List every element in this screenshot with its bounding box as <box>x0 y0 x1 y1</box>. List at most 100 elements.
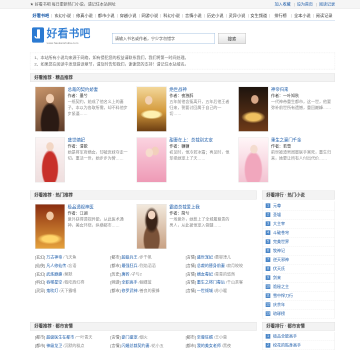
rank-title[interactable]: 圣墟 <box>273 212 281 217</box>
nav-item-supernatural[interactable]: 灵异小说 <box>226 11 248 20</box>
list-title[interactable]: 万古神帝 <box>46 255 62 260</box>
rank-title[interactable]: 校花的贴身高手 <box>273 343 301 348</box>
rank-number: 11 <box>265 293 271 298</box>
list-category[interactable]: [网游] <box>110 280 120 285</box>
nav-item-history[interactable]: 历史小说 <box>204 11 226 20</box>
rank-item: 4 斗破苍穹 <box>262 228 335 238</box>
list-author: /慕容湮儿 <box>213 254 232 260</box>
list-category[interactable]: [言情] <box>110 335 120 340</box>
nav-item-completed[interactable]: 全本小说 <box>291 11 313 20</box>
list-title[interactable]: 最强狂兵 <box>122 263 138 268</box>
list-author: /王小蛮 <box>213 334 228 340</box>
list-title[interactable]: 一世倾城 <box>197 288 213 293</box>
list-title[interactable]: 总裁的替身前妻 <box>197 263 225 268</box>
list-title[interactable]: 吞噬星空 <box>46 280 62 285</box>
list-category[interactable]: [都市] <box>35 343 45 348</box>
list-category[interactable]: [言情] <box>186 280 196 285</box>
nav-item-home[interactable]: 好看书吧 <box>30 11 52 20</box>
book-description: 一纸契约，她成了他名义上的妻子。本以为各取所需，却不料他步步紧逼…… <box>67 99 128 116</box>
list-category[interactable]: [言情] <box>186 272 196 277</box>
rank-title[interactable]: 逆天邪神 <box>273 257 289 262</box>
nav-item-urban[interactable]: 都市小说 <box>95 11 117 20</box>
list-category[interactable]: [科幻] <box>35 280 45 285</box>
list-category[interactable]: [言情] <box>186 255 196 260</box>
rank-title[interactable]: 完美世界 <box>273 239 289 244</box>
rank-title[interactable]: 斗破苍穹 <box>273 230 289 235</box>
list-category[interactable]: [仙侠] <box>35 263 45 268</box>
rank-title[interactable]: 庆余年 <box>273 302 285 307</box>
list-author: /沉默的糕点 <box>63 343 85 348</box>
list-title[interactable]: 重生之将门毒后 <box>197 280 225 285</box>
book-cover[interactable] <box>34 137 65 183</box>
list-category[interactable]: [都市] <box>110 288 120 293</box>
list-title[interactable]: 鬼吹灯 <box>46 288 58 293</box>
list-author: /苏小暖 <box>213 288 228 293</box>
rank-title[interactable]: 剑来 <box>273 275 281 280</box>
list-title[interactable]: 超级医生在都市 <box>46 335 74 340</box>
nav-item-online-game[interactable]: 网游小说 <box>138 11 161 20</box>
site-logo[interactable]: 好看书吧 www.haokanshuba.com <box>31 27 105 48</box>
list-category[interactable]: [都市] <box>186 343 196 348</box>
book-cover[interactable] <box>34 203 65 249</box>
list-title[interactable]: 唐砖 <box>122 272 130 277</box>
nav-item-scifi[interactable]: 科幻小说 <box>160 11 183 20</box>
book-cover[interactable] <box>34 86 65 132</box>
nav-item-time-travel[interactable]: 穿越小说 <box>117 11 139 20</box>
list-category[interactable]: [言情] <box>186 263 196 268</box>
list-category[interactable]: [都市] <box>186 335 196 340</box>
list-title[interactable]: 武炼巅峰 <box>46 272 62 277</box>
book-cover[interactable] <box>136 137 167 183</box>
book-cover[interactable] <box>136 203 167 249</box>
nav-item-female[interactable]: 女生频道 <box>247 11 270 20</box>
rank-title[interactable]: 琅琊榜 <box>273 311 285 316</box>
add-favorite-link[interactable]: 加入收藏 <box>275 2 291 7</box>
list-author: /花小五 <box>150 343 164 348</box>
book-cover[interactable] <box>238 86 269 132</box>
nav-item-romance[interactable]: 言情小说 <box>182 11 205 20</box>
book-cover[interactable] <box>136 86 167 132</box>
list-category[interactable]: [灵异] <box>35 288 45 293</box>
list-title[interactable]: 至尊狂婿 <box>197 335 213 340</box>
list-title[interactable]: 嫡女毒妃 <box>197 272 213 277</box>
list-category[interactable]: [言情] <box>110 343 120 348</box>
list-item: [言情]盛世宠妃/慕容湮儿 <box>181 253 256 261</box>
list-category[interactable]: [都市] <box>110 255 120 260</box>
rank-number: 4 <box>265 230 271 235</box>
nav-item-fantasy[interactable]: 玄幻小说 <box>51 11 74 20</box>
list-category[interactable]: [都市] <box>35 335 45 340</box>
reading-history-link[interactable]: 阅读记录 <box>314 2 335 7</box>
rank-title[interactable]: 雪中悍刀行 <box>273 293 293 298</box>
book-cover[interactable] <box>238 137 269 183</box>
list-title[interactable]: 超级兵王 <box>122 255 138 260</box>
list-title[interactable]: 闪婚总裁契约妻 <box>122 343 150 348</box>
nav-item-reading-history[interactable]: 阅读记录 <box>313 11 335 20</box>
nav-item-rankings[interactable]: 排行榜 <box>269 11 292 20</box>
list-title[interactable]: 盛世宠妃 <box>197 255 213 260</box>
list-title[interactable]: 修罗武神 <box>122 288 138 293</box>
list-title[interactable]: 全职高手 <box>122 280 138 285</box>
search-button[interactable]: 搜索 <box>217 32 246 44</box>
search-input[interactable] <box>111 32 215 44</box>
nav-item-xianxia[interactable]: 修真小说 <box>73 11 96 20</box>
list-category[interactable]: [言情] <box>186 288 196 293</box>
rank-title[interactable]: 伏天氏 <box>273 266 285 271</box>
list-title[interactable]: 神级龙卫 <box>46 343 62 348</box>
list-category[interactable]: [都市] <box>110 263 120 268</box>
list-category[interactable]: [玄幻] <box>35 255 45 260</box>
rank-title[interactable]: 诡秘之主 <box>273 284 289 289</box>
site-name: 好看书吧 <box>46 27 91 40</box>
list-title[interactable]: 豪门盛宠 <box>122 335 138 340</box>
rank-title[interactable]: 元尊 <box>273 203 281 208</box>
rank-title[interactable]: 大主宰 <box>273 221 285 226</box>
list-category[interactable]: [历史] <box>110 272 120 277</box>
book-description: 初见时，他冷若冰霜；再见时，他却把她宠上了天…… <box>169 149 230 161</box>
top-bar-links: 加入收藏 设为首页 阅读记录 <box>275 0 335 9</box>
list-title[interactable]: 我的美女老师 <box>197 343 221 348</box>
ranking-list: 1 元尊 2 圣墟 3 大主宰 4 斗破苍穹 5 完美世界 6 牧神记 7 逆天邪神 8 伏天氏… <box>261 201 335 319</box>
set-homepage-link[interactable]: 设为首页 <box>292 2 313 7</box>
list-title[interactable]: 凡人修仙传 <box>46 263 66 268</box>
rank-number: 2 <box>265 342 271 348</box>
list-category[interactable]: [玄幻] <box>35 272 45 277</box>
rank-title[interactable]: 极品全能高手 <box>273 334 297 339</box>
rank-title[interactable]: 牧神记 <box>273 248 285 253</box>
